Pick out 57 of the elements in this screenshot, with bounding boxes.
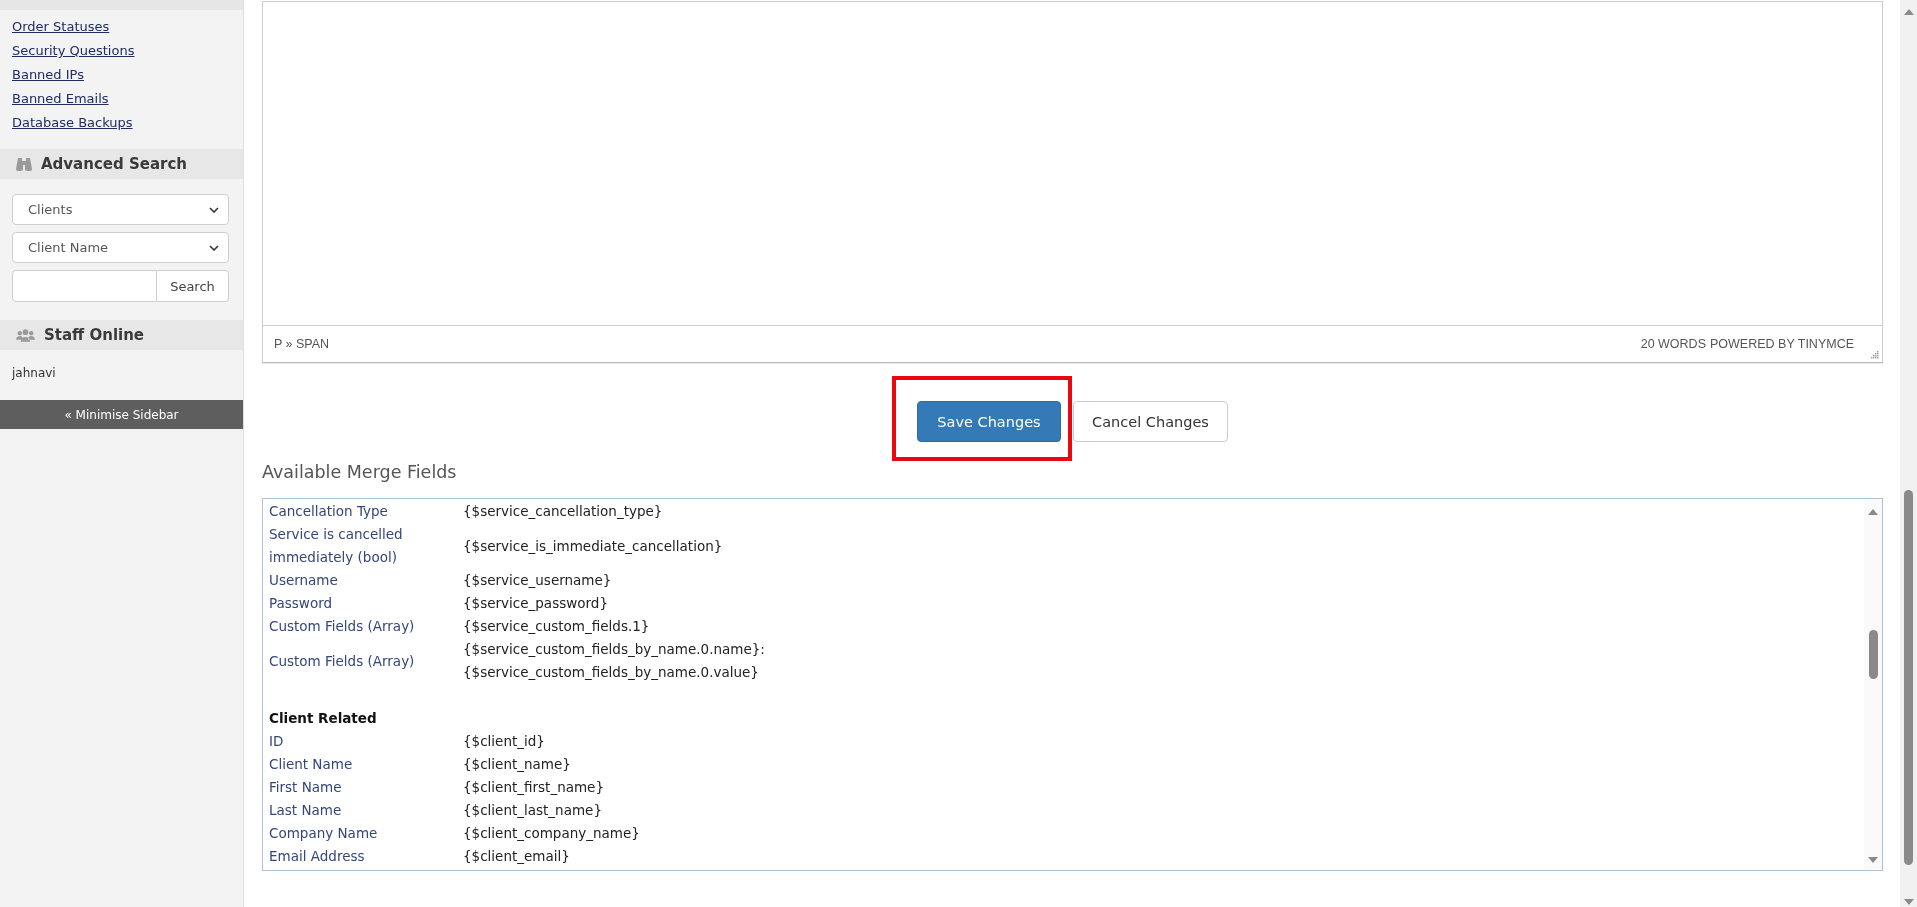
binoculars-icon [16, 157, 32, 171]
panel-title: Advanced Search [41, 155, 187, 173]
merge-tag: {$client_first_name} [463, 779, 604, 795]
chevron-down-icon [209, 206, 219, 213]
scrollbar-thumb[interactable] [1868, 630, 1878, 679]
search-type-dropdown[interactable]: Clients [12, 194, 229, 225]
merge-tag: {$service_username} [463, 572, 612, 588]
panel-scrollbar[interactable] [1864, 499, 1882, 870]
field-label: Username [269, 572, 338, 588]
merge-tag: {$service_custom_fields.1} [463, 618, 650, 634]
page-scrollbar[interactable] [1900, 0, 1917, 907]
scroll-down-arrow-icon[interactable] [1903, 899, 1914, 905]
scroll-up-arrow-icon[interactable] [1868, 509, 1878, 515]
search-button[interactable]: Search [157, 270, 229, 302]
group-heading: Client Related [269, 710, 377, 726]
sidebar-link[interactable]: Security Questions [12, 39, 135, 63]
sidebar-link[interactable]: Banned Emails [12, 87, 109, 111]
search-input[interactable] [12, 270, 157, 302]
field-label: Service is cancelled immediately (bool) [269, 526, 403, 565]
field-label: Client Name [269, 756, 353, 772]
merge-tag: {$client_last_name} [463, 802, 602, 818]
field-label: Email Address [269, 848, 365, 864]
users-icon [16, 328, 35, 342]
save-changes-button[interactable]: Save Changes [917, 401, 1061, 442]
element-path[interactable]: P » SPAN [274, 337, 330, 351]
merge-tag: {$service_custom_fields_by_name.0.name}: {$service_custom_fields_by_name.0.value} [463, 641, 765, 680]
field-label: Custom Fields (Array) [269, 652, 415, 669]
sidebar-link[interactable]: Banned IPs [12, 63, 84, 87]
scroll-up-arrow-icon[interactable] [1903, 9, 1914, 15]
merge-tag: {$service_cancellation_type} [463, 503, 663, 519]
section-title: Available Merge Fields [262, 461, 457, 484]
field-label: Password [269, 595, 333, 611]
sidebar-link[interactable]: Database Backups [12, 111, 133, 135]
field-label: Last Name [269, 802, 342, 818]
field-label: Cancellation Type [269, 503, 388, 519]
merge-tag: {$client_name} [463, 756, 571, 772]
minimise-sidebar-button[interactable]: « Minimise Sidebar [0, 400, 243, 429]
field-label: ID [269, 733, 284, 749]
merge-tag: {$service_password} [463, 595, 608, 611]
panel-title: Staff Online [44, 326, 145, 344]
field-label: Custom Fields (Array) [269, 618, 415, 634]
search-field-dropdown[interactable]: Client Name [12, 232, 229, 263]
merge-tag: {$client_company_name} [463, 825, 640, 841]
resize-handle-icon[interactable] [1870, 350, 1879, 359]
merge-tag: {$service_is_immediate_cancellation} [463, 537, 723, 554]
merge-tag: {$client_id} [463, 733, 545, 749]
powered-by-link[interactable]: POWERED BY TINYMCE [1710, 337, 1854, 351]
scroll-down-arrow-icon[interactable] [1868, 857, 1878, 863]
merge-tag: {$client_email} [463, 848, 570, 864]
field-label: First Name [269, 779, 342, 795]
word-count: 20 WORDS [1640, 337, 1706, 351]
cancel-changes-button[interactable]: Cancel Changes [1073, 401, 1228, 442]
sidebar-link[interactable]: Order Statuses [12, 15, 110, 39]
chevron-down-icon [209, 244, 219, 251]
staff-name: jahnavi [12, 365, 56, 382]
field-label: Company Name [269, 825, 378, 841]
scrollbar-thumb[interactable] [1904, 490, 1913, 865]
